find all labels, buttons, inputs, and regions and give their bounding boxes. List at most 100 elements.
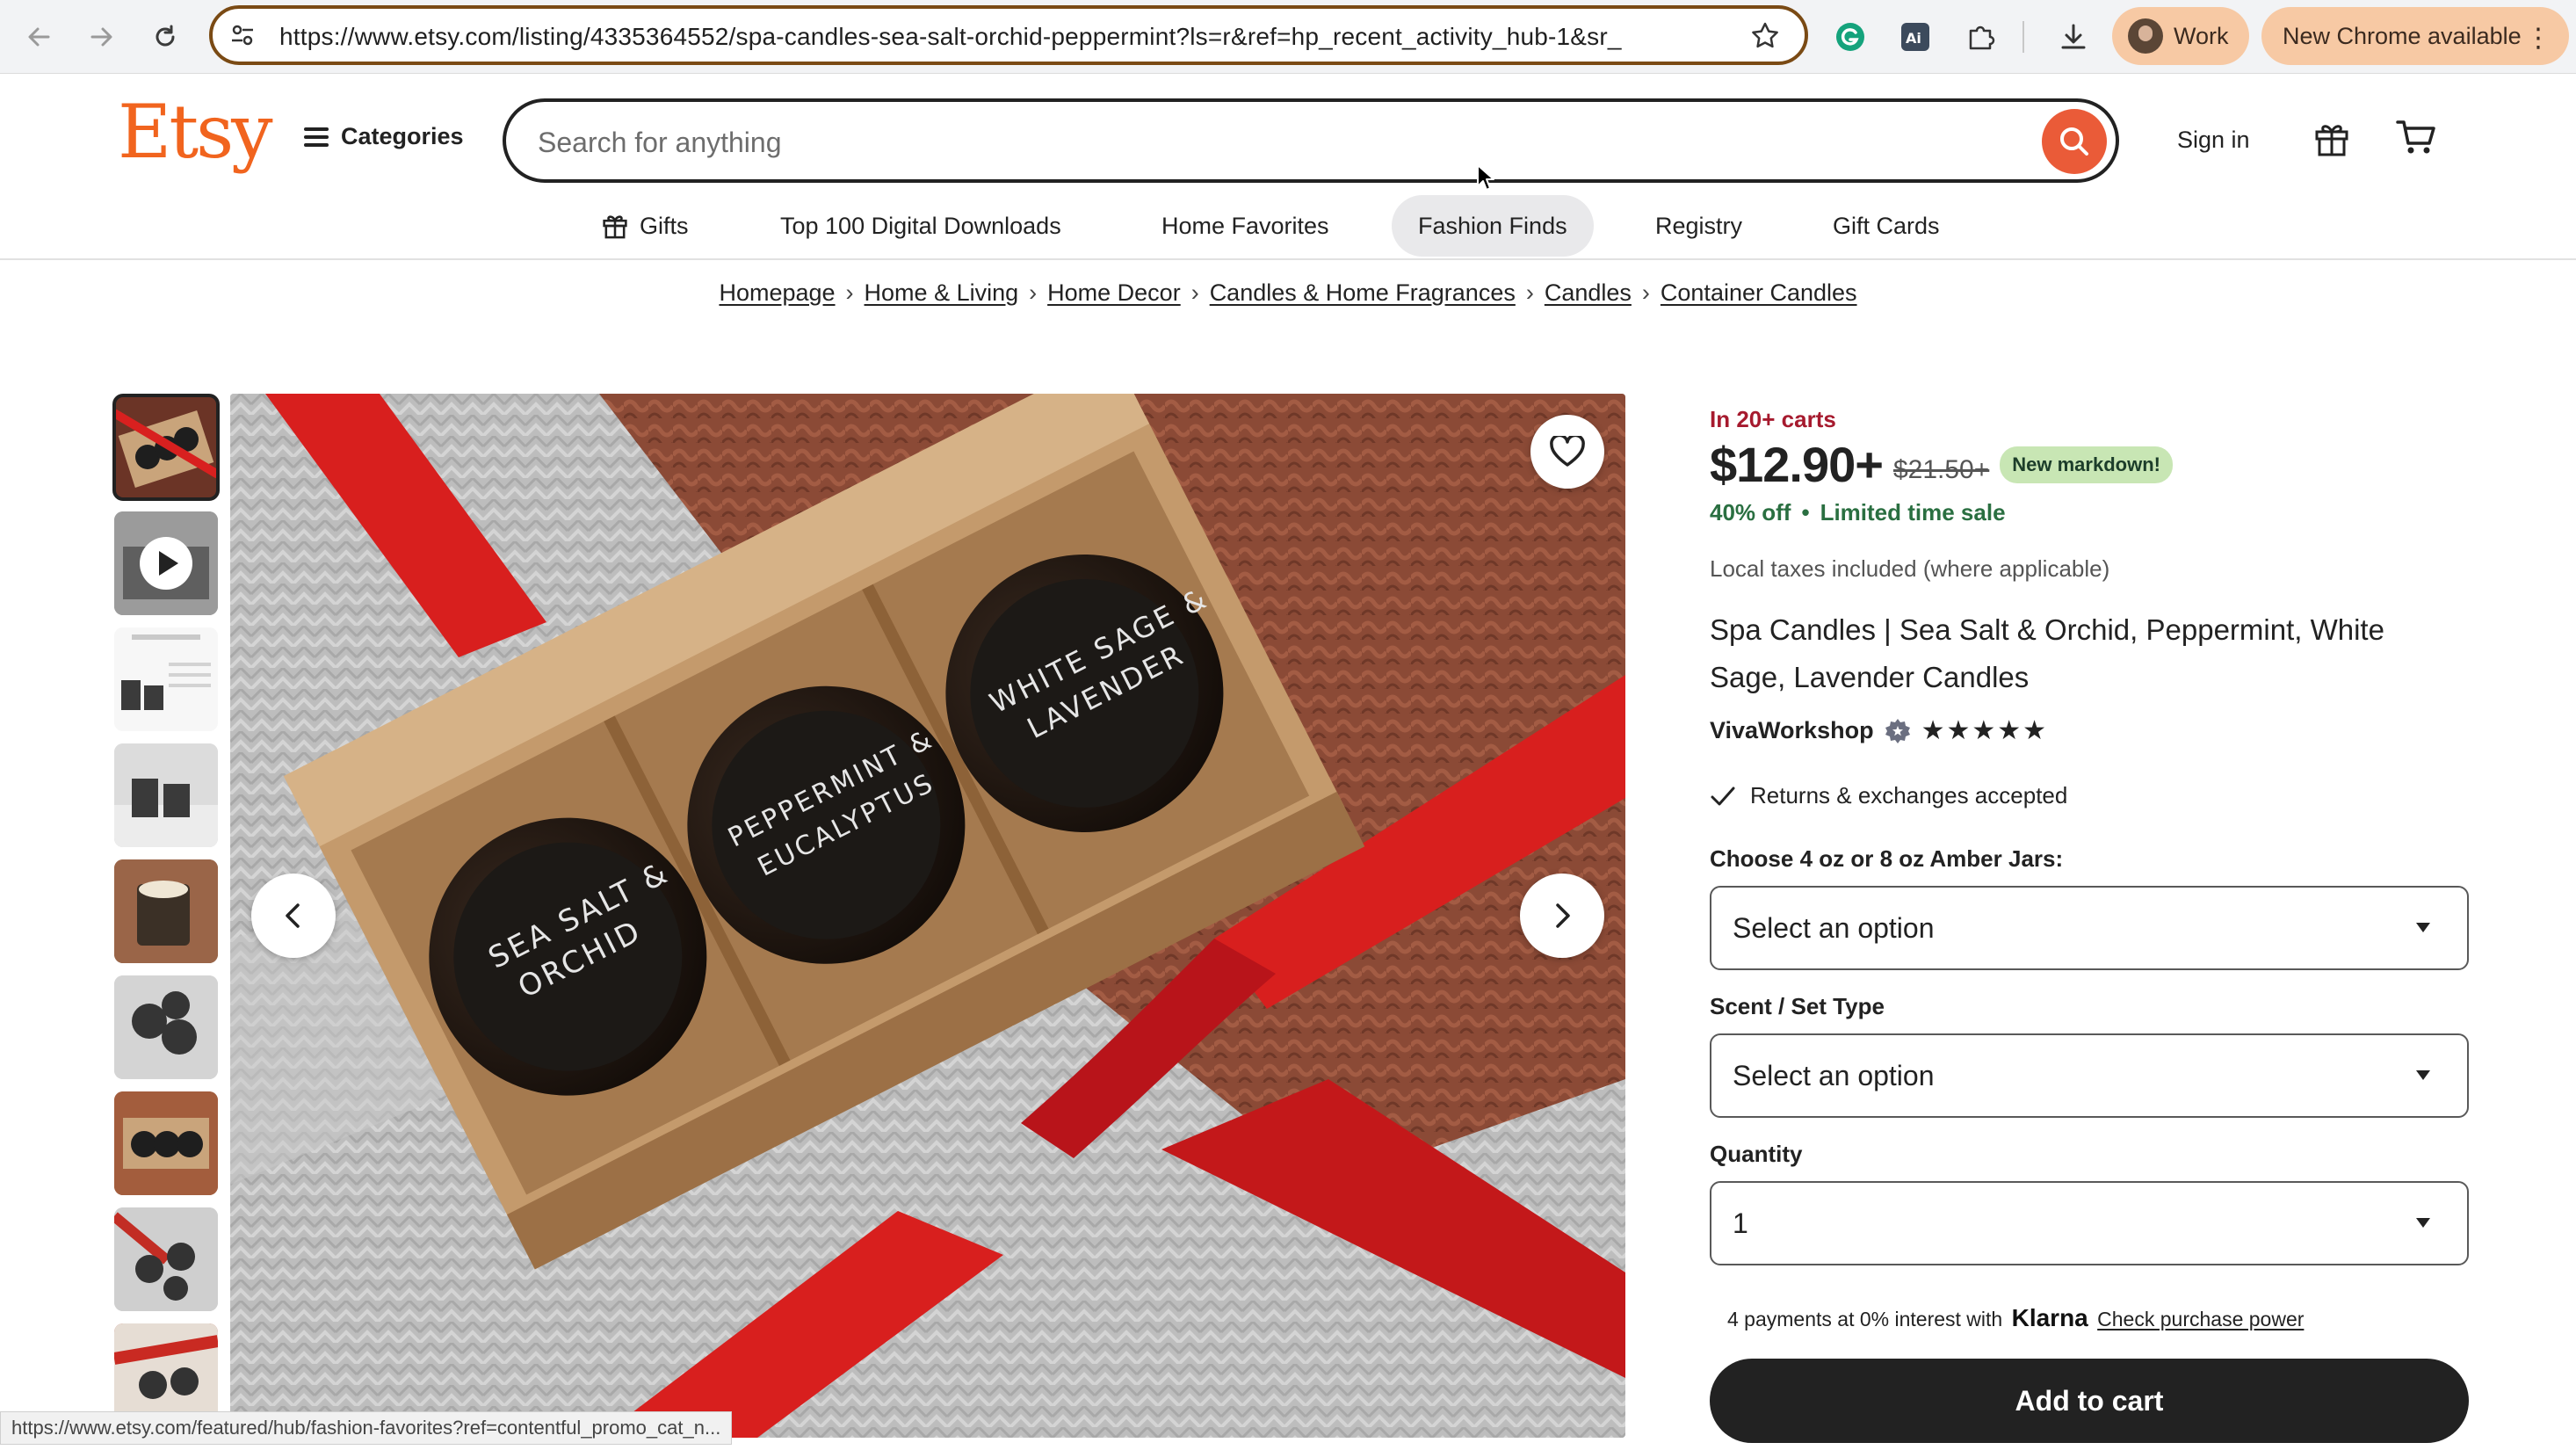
search-button[interactable]: [2042, 109, 2107, 174]
next-image-button[interactable]: [1520, 874, 1604, 958]
jar-size-label: Choose 4 oz or 8 oz Amber Jars:: [1710, 845, 2064, 872]
main-product-image[interactable]: SEA SALT & ORCHID PEPPERMINT & EUCALYPTU…: [230, 394, 1625, 1438]
thumbnail[interactable]: [114, 975, 218, 1079]
etsy-logo[interactable]: Etsy: [118, 95, 273, 169]
search-input[interactable]: [538, 123, 1979, 162]
star-seller-badge-icon: [1885, 718, 1910, 743]
chevron-right-icon: ›: [1029, 279, 1038, 306]
sign-in-link[interactable]: Sign in: [2177, 127, 2250, 154]
subnav-item-gift-cards[interactable]: Gift Cards: [1806, 195, 1966, 257]
quantity-label: Quantity: [1710, 1141, 1803, 1167]
browser-toolbar: https://www.etsy.com/listing/4335364552/…: [0, 0, 2576, 74]
gift-icon: [603, 215, 627, 239]
rating-stars: ★★★★★: [1921, 716, 2049, 745]
add-to-cart-button[interactable]: Add to cart: [1710, 1359, 2469, 1443]
profile-name: Work: [2174, 22, 2229, 49]
avatar: [2128, 18, 2163, 54]
chrome-update-button[interactable]: New Chrome available ⋮: [2261, 7, 2569, 65]
breadcrumb: Homepage › Home & Living › Home Decor › Candle…: [0, 279, 2576, 307]
current-price: $12.90+: [1710, 437, 1884, 492]
quantity-value: 1: [1733, 1207, 1748, 1239]
back-icon[interactable]: [18, 16, 60, 58]
markdown-badge: New markdown!: [2000, 446, 2173, 483]
product-title: Spa Candles | Sea Salt & Orchid, Pepperm…: [1710, 613, 2384, 693]
search-bar: [503, 98, 2119, 183]
chevron-right-icon: [1556, 903, 1570, 928]
menu-icon: [304, 127, 329, 147]
url-text[interactable]: https://www.etsy.com/listing/4335364552/…: [279, 23, 1720, 51]
svg-text:Ai: Ai: [1906, 30, 1921, 47]
favorite-button[interactable]: [1530, 415, 1604, 489]
sale-label: Limited time sale: [1820, 499, 2006, 526]
previous-image-button[interactable]: [251, 874, 336, 958]
subnav-item-fashion-finds[interactable]: Fashion Finds: [1392, 195, 1594, 257]
cart-icon[interactable]: [2395, 118, 2437, 161]
scent-value: Select an option: [1733, 1059, 1935, 1091]
returns-text: Returns & exchanges accepted: [1750, 782, 2068, 808]
quantity-select[interactable]: 1: [1710, 1181, 2469, 1265]
search-icon: [2060, 127, 2088, 156]
chevron-left-icon: [286, 903, 300, 928]
shop-name-link[interactable]: VivaWorkshop: [1710, 717, 1874, 744]
thumbnail[interactable]: [114, 859, 218, 963]
dropdown-caret-icon: [2416, 1070, 2430, 1080]
forward-icon[interactable]: [81, 16, 123, 58]
breadcrumb-link[interactable]: Home Decor: [1047, 279, 1181, 306]
carts-indicator: In 20+ carts: [1710, 406, 1836, 432]
returns-policy: Returns & exchanges accepted: [1710, 782, 2067, 809]
chevron-right-icon: ›: [1641, 279, 1650, 306]
subnav-item-top-100[interactable]: Top 100 Digital Downloads: [754, 195, 1088, 257]
heart-icon: [1550, 436, 1585, 467]
taxes-note: Local taxes included (where applicable): [1710, 555, 2110, 582]
dropdown-caret-icon: [2416, 923, 2430, 932]
original-price: $21.50+: [1892, 454, 1990, 484]
categories-label: Categories: [341, 123, 464, 149]
check-purchase-power-link[interactable]: Check purchase power: [2097, 1308, 2304, 1330]
grammarly-extension-icon[interactable]: [1829, 16, 1871, 58]
subnav-item-registry[interactable]: Registry: [1629, 195, 1769, 257]
thumbnail-strip: [112, 392, 220, 1446]
download-icon[interactable]: [2052, 16, 2095, 58]
update-label: New Chrome available: [2283, 22, 2522, 49]
thumbnail[interactable]: [112, 394, 220, 501]
klarna-logo: Klarna: [2011, 1304, 2088, 1331]
breadcrumb-link[interactable]: Candles: [1545, 279, 1632, 306]
bookmark-star-icon[interactable]: [1750, 21, 1780, 55]
gift-icon[interactable]: [2312, 120, 2351, 163]
subnav-item-home-favorites[interactable]: Home Favorites: [1135, 195, 1356, 257]
sale-info: 40% off • Limited time sale: [1710, 499, 2006, 526]
reader-extension-icon[interactable]: Ai: [1894, 16, 1936, 58]
dropdown-caret-icon: [2416, 1218, 2430, 1228]
chevron-right-icon: ›: [845, 279, 854, 306]
klarna-note: 4 payments at 0% interest with Klarna Ch…: [1727, 1304, 2304, 1332]
categories-button[interactable]: Categories: [304, 123, 464, 150]
thumbnail[interactable]: [114, 1091, 218, 1195]
breadcrumb-link[interactable]: Homepage: [719, 279, 835, 306]
breadcrumb-link[interactable]: Home & Living: [865, 279, 1019, 306]
video-thumbnail[interactable]: [114, 511, 218, 615]
discount-text: 40% off: [1710, 499, 1791, 526]
subnav-label: Gifts: [640, 212, 689, 239]
extensions-puzzle-icon[interactable]: [1959, 16, 2001, 58]
reload-icon[interactable]: [144, 16, 186, 58]
more-menu-icon[interactable]: ⋮: [2525, 23, 2551, 54]
jar-size-value: Select an option: [1733, 911, 1935, 944]
breadcrumb-link[interactable]: Container Candles: [1661, 279, 1857, 306]
toolbar-divider: [2022, 21, 2024, 53]
address-bar[interactable]: https://www.etsy.com/listing/4335364552/…: [209, 5, 1808, 65]
profile-button[interactable]: Work: [2112, 7, 2249, 65]
scent-label: Scent / Set Type: [1710, 993, 1885, 1019]
category-subnav: Gifts Top 100 Digital Downloads Home Fav…: [0, 190, 2576, 260]
jar-size-select[interactable]: Select an option: [1710, 886, 2469, 970]
thumbnail[interactable]: [114, 743, 218, 847]
chevron-right-icon: ›: [1190, 279, 1199, 306]
scent-select[interactable]: Select an option: [1710, 1033, 2469, 1118]
klarna-prefix: 4 payments at 0% interest with: [1727, 1308, 2003, 1330]
site-settings-icon[interactable]: [228, 21, 257, 54]
thumbnail[interactable]: [114, 627, 218, 731]
subnav-item-gifts[interactable]: Gifts: [575, 195, 715, 257]
thumbnail[interactable]: [114, 1207, 218, 1311]
breadcrumb-link[interactable]: Candles & Home Fragrances: [1210, 279, 1516, 306]
shop-info: VivaWorkshop ★★★★★: [1710, 715, 2048, 746]
mouse-pointer-icon: [1476, 163, 1497, 198]
